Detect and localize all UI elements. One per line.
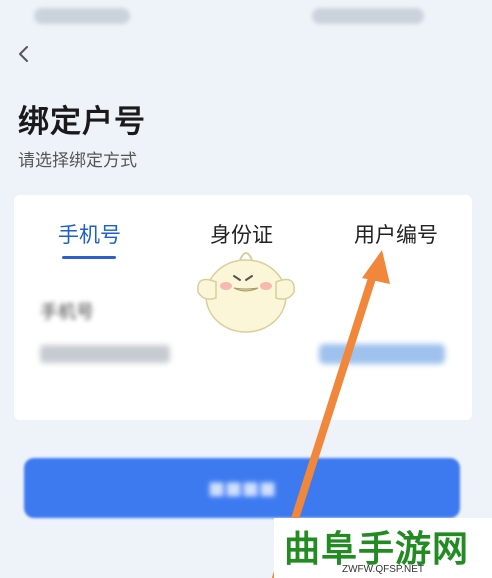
watermark-url: ZWFW.QFSP.NET bbox=[342, 564, 425, 575]
arrow-annotation bbox=[272, 250, 390, 578]
watermark: 曲阜手游网 ZWFW.QFSP.NET bbox=[274, 518, 492, 578]
